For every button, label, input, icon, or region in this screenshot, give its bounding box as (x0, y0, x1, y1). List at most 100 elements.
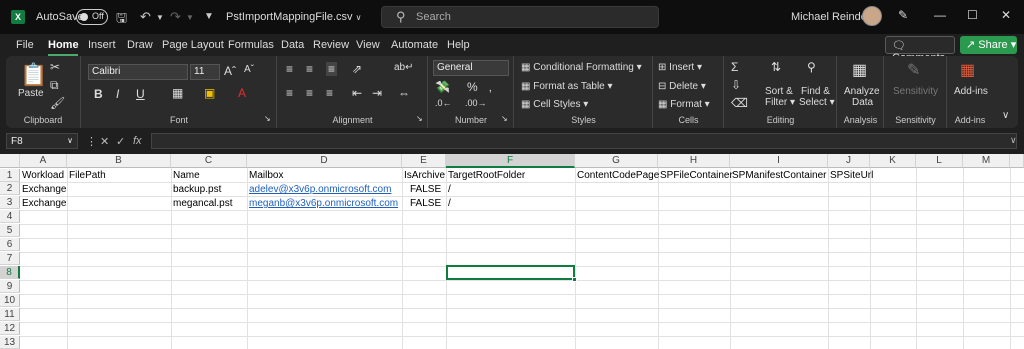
tab-help[interactable]: Help (447, 39, 470, 51)
tab-file[interactable]: File (16, 39, 34, 51)
header-cell-targetrootfolder[interactable]: TargetRootFolder (448, 169, 525, 182)
increase-decimal-icon[interactable]: .0← (435, 98, 452, 108)
cell-mailbox-link[interactable]: adelev@x3v6p.onmicrosoft.com (249, 183, 391, 196)
tab-home[interactable]: Home (48, 39, 79, 51)
avatar[interactable] (862, 6, 882, 26)
tab-data[interactable]: Data (281, 39, 304, 51)
minimize-icon[interactable]: — (934, 8, 946, 22)
cell-name[interactable]: megancal.pst (173, 197, 232, 210)
cancel-icon[interactable]: ✕ (100, 135, 109, 148)
column-header-k[interactable]: K (870, 154, 916, 168)
format-painter-icon[interactable]: 🖌 (50, 96, 65, 110)
insert-function-icon[interactable]: fx (133, 135, 142, 147)
undo-dropdown-icon[interactable]: ▼ (156, 13, 164, 22)
middle-align-icon[interactable]: ≡ (306, 62, 313, 76)
header-cell-workload[interactable]: Workload (22, 169, 64, 182)
comments-button[interactable]: 🗨 Comments (885, 36, 955, 64)
add-ins-icon[interactable]: ▦ (960, 60, 975, 80)
cell-isarchive[interactable]: FALSE (410, 183, 441, 196)
column-header-i[interactable]: I (730, 154, 828, 168)
spreadsheet-grid[interactable]: A B C D E F G H I J K L M 1 2 3 4 5 6 7 … (0, 154, 1024, 349)
header-cell-filepath[interactable]: FilePath (69, 169, 106, 182)
share-button[interactable]: ↗ Share ▾ (960, 36, 1017, 54)
increase-indent-icon[interactable]: ⇥ (372, 86, 382, 100)
italic-icon[interactable]: I (116, 87, 119, 101)
format-as-table-button[interactable]: ▦ Format as Table ▾ (521, 81, 613, 92)
pen-icon[interactable]: ✎ (898, 8, 908, 22)
row-header-10[interactable]: 10 (0, 294, 20, 307)
row-header-12[interactable]: 12 (0, 322, 20, 335)
cut-icon[interactable]: ✂ (50, 60, 60, 74)
top-align-icon[interactable]: ≡ (286, 62, 293, 76)
column-header-f[interactable]: F (446, 154, 575, 168)
cell-name[interactable]: backup.pst (173, 183, 221, 196)
align-left-icon[interactable]: ≡ (286, 86, 293, 100)
row-header-7[interactable]: 7 (0, 252, 20, 265)
analyze-data-label1[interactable]: Analyze (844, 86, 880, 97)
fill-icon[interactable]: ⇩ (731, 78, 741, 92)
tab-review[interactable]: Review (313, 39, 349, 51)
header-cell-name[interactable]: Name (173, 169, 200, 182)
tab-page-layout[interactable]: Page Layout (162, 39, 224, 51)
find-select-icon[interactable]: ⚲ (807, 60, 816, 74)
conditional-formatting-button[interactable]: ▦ Conditional Formatting ▾ (521, 62, 642, 73)
tab-insert[interactable]: Insert (88, 39, 116, 51)
column-header-d[interactable]: D (247, 154, 402, 168)
cell-mailbox-link[interactable]: meganb@x3v6p.onmicrosoft.com (249, 197, 398, 210)
align-center-icon[interactable]: ≡ (306, 86, 313, 100)
fill-handle[interactable] (572, 277, 577, 282)
column-header-g[interactable]: G (575, 154, 658, 168)
autosave-toggle[interactable]: Off (76, 9, 108, 25)
analyze-data-label2[interactable]: Data (852, 97, 873, 108)
delete-cells-button[interactable]: ⊟ Delete ▾ (658, 81, 706, 92)
bold-icon[interactable]: B (94, 87, 103, 101)
search-box[interactable]: ⚲ Search (381, 6, 659, 28)
sort-filter-icon[interactable]: ⇅ (771, 60, 781, 74)
borders-icon[interactable]: ▦ (172, 86, 183, 100)
font-name-select[interactable]: Calibri (88, 64, 188, 80)
insert-cells-button[interactable]: ⊞ Insert ▾ (658, 62, 702, 73)
header-cell-contentcodepage[interactable]: ContentCodePage (577, 169, 659, 182)
format-cells-button[interactable]: ▦ Format ▾ (658, 99, 710, 110)
number-format-select[interactable]: General (433, 60, 509, 76)
expand-formula-bar-icon[interactable]: ∨ (1010, 135, 1017, 146)
column-header-h[interactable]: H (658, 154, 730, 168)
cell-targetrootfolder[interactable]: / (448, 197, 451, 210)
tab-view[interactable]: View (356, 39, 380, 51)
row-header-6[interactable]: 6 (0, 238, 20, 251)
cell-targetrootfolder[interactable]: / (448, 183, 451, 196)
column-header-j[interactable]: J (828, 154, 870, 168)
collapse-ribbon-icon[interactable]: ∨ (1002, 110, 1009, 121)
row-header-13[interactable]: 13 (0, 336, 20, 349)
decrease-indent-icon[interactable]: ⇤ (352, 86, 362, 100)
cell-isarchive[interactable]: FALSE (410, 197, 441, 210)
wrap-text-icon[interactable]: ab↵ (394, 62, 414, 73)
row-header-8[interactable]: 8 (0, 266, 20, 279)
name-box[interactable]: F8 ∨ (6, 133, 78, 149)
cell-workload[interactable]: Exchange (22, 183, 66, 196)
comma-icon[interactable]: ‚ (489, 80, 492, 94)
column-header-e[interactable]: E (402, 154, 446, 168)
header-cell-mailbox[interactable]: Mailbox (249, 169, 283, 182)
column-header-m[interactable]: M (963, 154, 1010, 168)
cell-workload[interactable]: Exchange (22, 197, 66, 210)
clear-icon[interactable]: ⌫ (731, 96, 748, 110)
copy-icon[interactable]: ⧉ (50, 78, 59, 93)
cell-styles-button[interactable]: ▦ Cell Styles ▾ (521, 99, 588, 110)
find-select-label2[interactable]: Select ▾ (799, 97, 835, 108)
header-cell-spmanifestcontainer[interactable]: SPManifestContainer (732, 169, 827, 182)
percent-icon[interactable]: % (467, 80, 478, 94)
row-header-11[interactable]: 11 (0, 308, 20, 321)
analyze-data-icon[interactable]: ▦ (852, 60, 867, 80)
increase-font-icon[interactable]: Aˆ (224, 64, 236, 78)
orientation-icon[interactable]: ⇗ (352, 62, 362, 76)
row-header-3[interactable]: 3 (0, 196, 20, 209)
decrease-font-icon[interactable]: Aˇ (244, 64, 254, 75)
bottom-align-icon[interactable]: ≡ (326, 62, 338, 76)
customize-qat-icon[interactable]: ▼ (204, 11, 214, 22)
sort-filter-label2[interactable]: Filter ▾ (765, 97, 795, 108)
select-all-corner[interactable] (0, 154, 20, 168)
active-cell-selection[interactable] (446, 265, 577, 282)
find-select-label1[interactable]: Find & (801, 86, 830, 97)
column-header-a[interactable]: A (20, 154, 67, 168)
